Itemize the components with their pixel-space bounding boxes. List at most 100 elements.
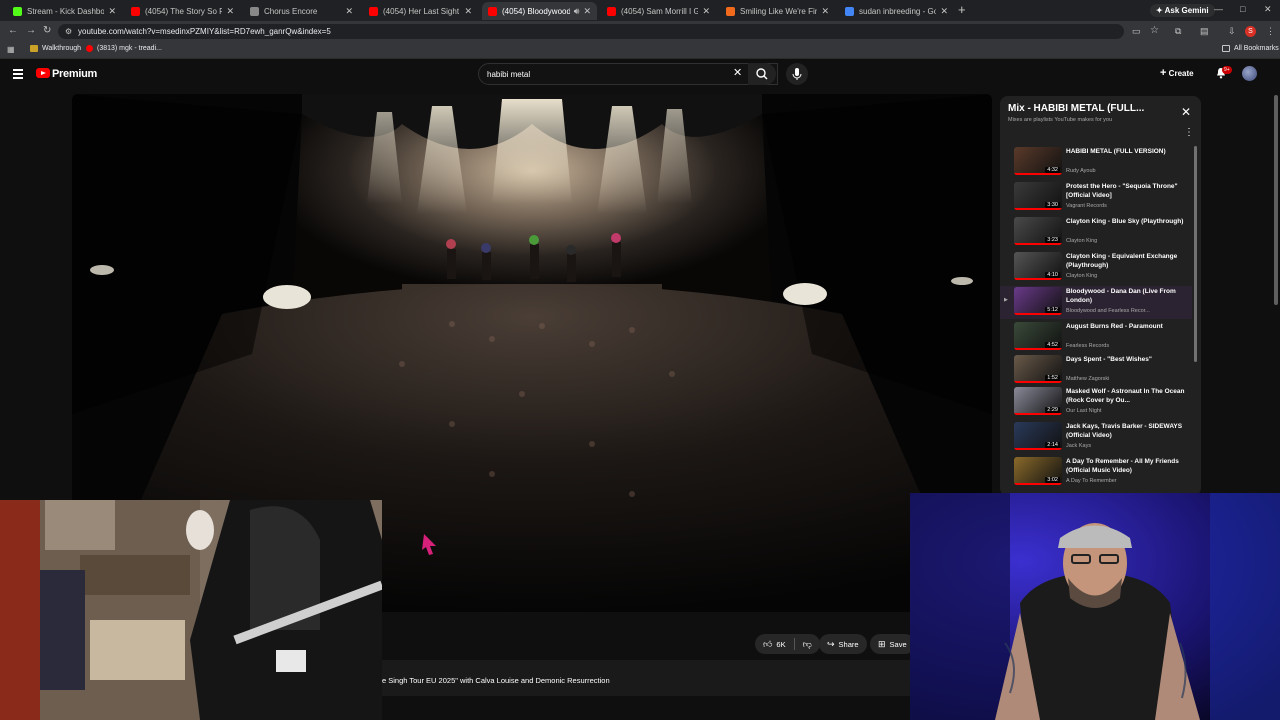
browser-tab[interactable]: (4054) Her Last Sight - "The Fal ✕ bbox=[363, 2, 478, 20]
playlist-scrollbar[interactable] bbox=[1194, 146, 1197, 362]
bookmark-label: Walkthrough bbox=[42, 45, 82, 52]
minimize-icon[interactable]: — bbox=[1214, 4, 1223, 14]
playlist-item-title: Protest the Hero - "Sequoia Throne" [Off… bbox=[1066, 183, 1178, 199]
downloads-icon[interactable]: ⇩ bbox=[1228, 26, 1236, 37]
audio-playing-icon[interactable]: 🔊︎ bbox=[574, 6, 580, 17]
browser-tab[interactable]: sudan inbreeding - Google Sear✕ bbox=[839, 2, 954, 20]
ask-gemini-button[interactable]: ✦ Ask Gemini bbox=[1150, 4, 1215, 17]
playlist-item-channel: Clayton King bbox=[1066, 238, 1098, 244]
playlist-item-channel: Rudy Ayoub bbox=[1066, 168, 1096, 174]
account-avatar[interactable] bbox=[1242, 66, 1257, 81]
voice-search-button[interactable] bbox=[786, 63, 808, 85]
close-tab-icon[interactable]: ✕ bbox=[702, 6, 710, 17]
save-button[interactable]: ⊞ Save bbox=[870, 634, 915, 654]
search-button[interactable] bbox=[748, 63, 776, 85]
hamburger-menu-icon[interactable] bbox=[13, 69, 23, 79]
playlist-item[interactable]: 4:52 August Burns Red - Paramount Fearless… bbox=[1000, 321, 1192, 354]
bookmark-walkthrough[interactable]: Walkthrough bbox=[30, 45, 81, 52]
playlist-item[interactable]: 2:29 Masked Wolf - Astronaut In The Ocean… bbox=[1000, 386, 1192, 419]
create-button[interactable]: + Create bbox=[1160, 67, 1194, 79]
bookmark-star-icon[interactable]: ☆ bbox=[1150, 25, 1159, 36]
webcam-right-image bbox=[910, 493, 1280, 720]
video-thumbnail[interactable]: 2:14 bbox=[1014, 422, 1062, 450]
webcam-streamer bbox=[910, 493, 1280, 720]
browser-tab[interactable]: Stream - Kick Dashboard✕ bbox=[7, 2, 122, 20]
bookmark-mgk[interactable]: (3813) mgk - treadi... bbox=[86, 45, 162, 52]
watched-progress-bar bbox=[1014, 483, 1062, 485]
notification-count-badge: 9+ bbox=[1222, 66, 1232, 74]
clear-search-icon[interactable]: ✕ bbox=[733, 66, 742, 79]
close-tab-icon[interactable]: ✕ bbox=[226, 6, 234, 17]
close-tab-icon[interactable]: ✕ bbox=[345, 6, 353, 17]
playlist-item[interactable]: 4:32 HABIBI METAL (FULL VERSION) Rudy Ayou… bbox=[1000, 146, 1192, 179]
playlist-item-channel: A Day To Remember bbox=[1066, 478, 1117, 484]
playlist-item[interactable]: 3:30 Protest the Hero - "Sequoia Throne" … bbox=[1000, 181, 1192, 214]
video-thumbnail[interactable]: 3:30 bbox=[1014, 182, 1062, 210]
browser-tab[interactable]: Chorus Encore ✕ bbox=[244, 2, 359, 20]
browser-tab[interactable]: Smiling Like We're Fine by Half✕ bbox=[720, 2, 835, 20]
playlist-item-channel: Vagrant Records bbox=[1066, 203, 1107, 209]
all-bookmarks-button[interactable]: All Bookmarks bbox=[1222, 45, 1279, 52]
playlist-item-title: Clayton King - Equivalent Exchange (Play… bbox=[1066, 253, 1178, 269]
more-options-icon[interactable]: ⋮ bbox=[1184, 127, 1194, 138]
playlist-item-channel: Matthew Zagorski bbox=[1066, 376, 1110, 382]
video-thumbnail[interactable]: 3:02 bbox=[1014, 457, 1062, 485]
video-description[interactable]: e Singh Tour EU 2025" with Calva Louise … bbox=[382, 660, 910, 696]
maximize-icon[interactable]: □ bbox=[1240, 4, 1245, 14]
close-window-icon[interactable]: ✕ bbox=[1264, 4, 1272, 15]
all-bookmarks-label: All Bookmarks bbox=[1234, 45, 1279, 52]
profile-avatar[interactable]: S bbox=[1245, 26, 1256, 37]
like-button[interactable]: 👍︎ 6K 👎︎ bbox=[755, 634, 820, 654]
close-tab-icon[interactable]: ✕ bbox=[108, 6, 116, 17]
playlist-item[interactable]: ▶ 5:12 Bloodywood - Dana Dan (Live From Lo… bbox=[1000, 286, 1192, 319]
menu-icon[interactable]: ⋮ bbox=[1266, 26, 1275, 37]
close-playlist-icon[interactable]: ✕ bbox=[1181, 105, 1191, 119]
tab-favicon-icon bbox=[488, 6, 497, 16]
close-tab-icon[interactable]: ✕ bbox=[821, 6, 829, 17]
video-thumbnail[interactable]: 4:32 bbox=[1014, 147, 1062, 175]
playlist-item[interactable]: 3:23 Clayton King - Blue Sky (Playthrough… bbox=[1000, 216, 1192, 249]
browser-tab-strip: Stream - Kick Dashboard✕(4054) The Story… bbox=[0, 0, 1280, 21]
browser-tab[interactable]: (4054) Bloodywood - Dana 🔊︎✕ bbox=[482, 2, 597, 20]
browser-tab[interactable]: (4054) The Story So Far "Prope✕ bbox=[125, 2, 240, 20]
playlist-item-title: A Day To Remember - All My Friends (Offi… bbox=[1066, 458, 1179, 474]
playlist-subtitle: Mixes are playlists YouTube makes for yo… bbox=[1008, 117, 1113, 123]
extensions-icon[interactable]: ⧉ bbox=[1175, 26, 1181, 37]
apps-icon[interactable]: ▦ bbox=[7, 45, 15, 54]
playlist-title[interactable]: Mix - HABIBI METAL (FULL... bbox=[1008, 103, 1144, 114]
youtube-logo-icon[interactable] bbox=[36, 68, 50, 78]
playlist-item-channel: Clayton King bbox=[1066, 273, 1098, 279]
video-thumbnail[interactable]: 3:23 bbox=[1014, 217, 1062, 245]
page-scrollbar[interactable] bbox=[1274, 95, 1278, 305]
close-tab-icon[interactable]: ✕ bbox=[583, 6, 591, 17]
playlist-item[interactable]: 4:10 Clayton King - Equivalent Exchange (… bbox=[1000, 251, 1192, 284]
share-label: Share bbox=[838, 639, 859, 649]
sidepanel-icon[interactable]: ▤ bbox=[1200, 26, 1209, 37]
close-tab-icon[interactable]: ✕ bbox=[464, 6, 472, 17]
browser-tab[interactable]: (4054) Sam Morrill I Got This -✕ bbox=[601, 2, 716, 20]
video-thumbnail[interactable]: 4:10 bbox=[1014, 252, 1062, 280]
playlist-item[interactable]: 1:52 Days Spent - "Best Wishes" Matthew Za… bbox=[1000, 354, 1192, 387]
video-thumbnail[interactable]: 5:12 bbox=[1014, 287, 1062, 315]
playlist-item[interactable]: 3:02 A Day To Remember - All My Friends (… bbox=[1000, 456, 1192, 489]
cast-icon[interactable]: ▭ bbox=[1132, 26, 1141, 37]
video-thumbnail[interactable]: 2:29 bbox=[1014, 387, 1062, 415]
video-thumbnail[interactable]: 4:52 bbox=[1014, 322, 1062, 350]
youtube-premium-logo[interactable]: Premium bbox=[52, 68, 97, 80]
thumbs-down-icon[interactable]: 👎︎ bbox=[803, 639, 812, 650]
watched-progress-bar bbox=[1014, 243, 1062, 245]
forward-icon[interactable]: → bbox=[26, 25, 36, 36]
back-icon[interactable]: ← bbox=[8, 25, 18, 36]
new-tab-button[interactable]: + bbox=[958, 2, 966, 17]
youtube-header: Premium habibi metal ✕ + Create 9+ bbox=[0, 59, 1280, 91]
playlist-item[interactable]: 2:14 Jack Kays, Travis Barker - SIDEWAYS … bbox=[1000, 421, 1192, 454]
close-tab-icon[interactable]: ✕ bbox=[940, 6, 948, 17]
video-thumbnail[interactable]: 1:52 bbox=[1014, 355, 1062, 383]
watched-progress-bar bbox=[1014, 173, 1062, 175]
tab-title: Smiling Like We're Fine by Half bbox=[740, 6, 818, 16]
url-text: youtube.com/watch?v=msedinxPZMIY&list=RD… bbox=[78, 27, 331, 36]
url-bar[interactable]: ⚙ youtube.com/watch?v=msedinxPZMIY&list=… bbox=[58, 24, 1159, 39]
reload-icon[interactable]: ↻ bbox=[43, 25, 51, 36]
site-info-icon[interactable]: ⚙ bbox=[65, 27, 72, 36]
share-button[interactable]: ↪ Share bbox=[819, 634, 867, 654]
